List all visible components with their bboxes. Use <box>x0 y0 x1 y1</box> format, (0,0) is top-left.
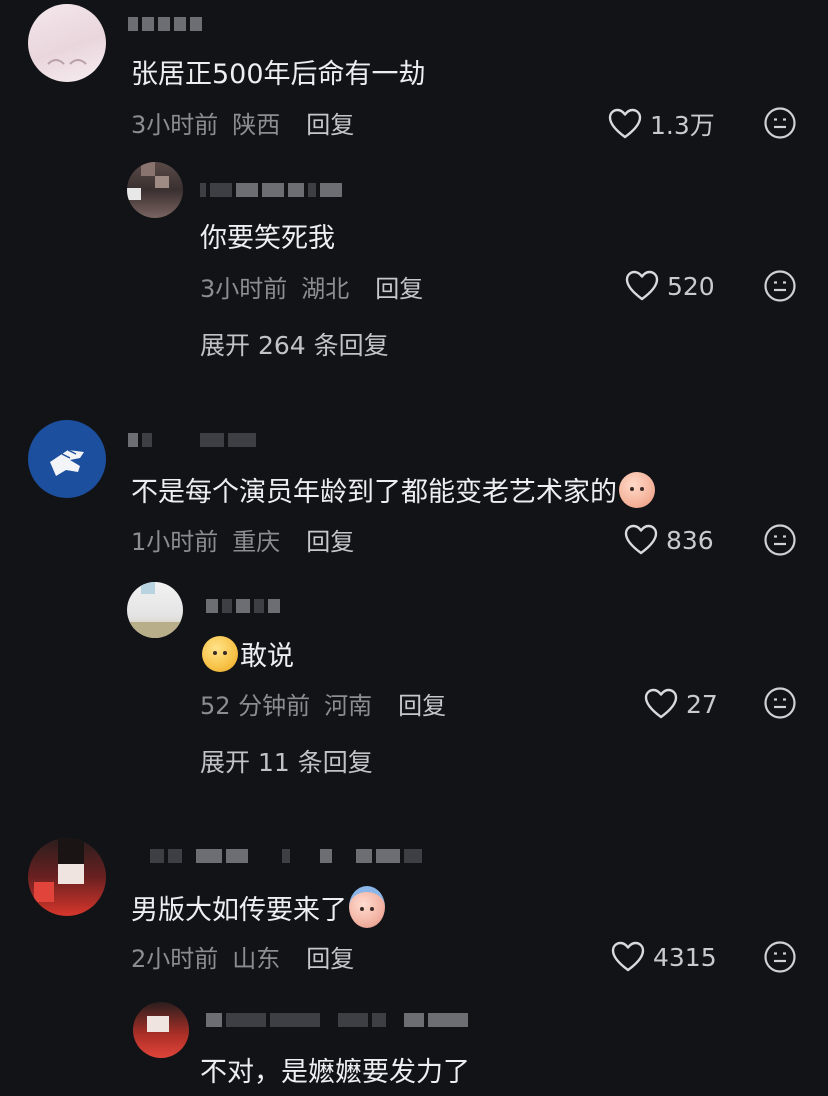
laughing-emoji-icon <box>202 635 238 672</box>
heart-outline-icon <box>611 941 645 972</box>
comment-text: 张居正500年后命有一劫 <box>131 59 426 90</box>
username-redacted[interactable] <box>150 848 422 864</box>
username-redacted[interactable] <box>128 16 202 32</box>
like-button[interactable]: 4315 <box>611 941 717 973</box>
expand-replies-button[interactable]: 展开 11 条回复 <box>200 743 373 779</box>
username-redacted[interactable] <box>200 182 342 198</box>
reply-button[interactable]: 回复 <box>306 105 354 140</box>
like-count: 836 <box>666 525 714 555</box>
reply-location: 河南 <box>324 692 373 720</box>
sleepy-emoji-icon <box>349 886 385 928</box>
username-redacted[interactable] <box>206 1012 468 1028</box>
meh-face-icon[interactable] <box>763 269 797 303</box>
comment-text: 男版大如传要来了 <box>131 886 387 928</box>
like-count: 520 <box>667 271 715 301</box>
avatar[interactable] <box>133 1002 189 1058</box>
reply-text: 不对，是嬷嬷要发力了 <box>200 1057 470 1088</box>
meh-face-icon[interactable] <box>763 523 797 557</box>
comment-time: 2小时前 <box>131 945 219 973</box>
comment-time: 3小时前 <box>131 111 219 139</box>
like-button[interactable]: 27 <box>644 688 718 720</box>
reply-button[interactable]: 回复 <box>306 939 354 974</box>
heart-outline-icon <box>624 524 658 555</box>
like-button[interactable]: 520 <box>625 270 715 302</box>
like-count: 27 <box>686 689 718 719</box>
expand-replies-button[interactable]: 展开 264 条回复 <box>200 326 389 362</box>
comment-time: 1小时前 <box>131 528 219 556</box>
like-count: 4315 <box>653 942 717 972</box>
username-redacted[interactable] <box>206 598 280 614</box>
meh-face-icon[interactable] <box>763 686 797 720</box>
avatar[interactable] <box>28 420 106 498</box>
comment-text: 不是每个演员年龄到了都能变老艺术家的 <box>131 470 657 509</box>
comment-list: 张居正500年后命有一劫 3小时前 陕西 回复 1.3万 你要笑死我 3小时前 … <box>0 0 828 1096</box>
reply-location: 湖北 <box>301 275 350 303</box>
reply-text: 你要笑死我 <box>200 223 335 254</box>
avatar[interactable] <box>127 162 183 218</box>
comment-meta: 2小时前 山东 回复 <box>131 939 354 974</box>
like-count: 1.3万 <box>650 111 715 140</box>
heart-outline-icon <box>608 108 642 139</box>
meh-face-icon[interactable] <box>763 106 797 140</box>
comment-location: 陕西 <box>232 111 281 139</box>
like-button[interactable]: 836 <box>624 524 714 556</box>
meh-face-icon[interactable] <box>763 940 797 974</box>
heart-outline-icon <box>644 688 678 719</box>
reply-button[interactable]: 回复 <box>398 686 446 721</box>
avatar[interactable] <box>28 4 106 82</box>
baby-face-emoji-icon <box>619 471 655 508</box>
avatar[interactable] <box>127 582 183 638</box>
comment-meta: 1小时前 重庆 回复 <box>131 522 354 557</box>
reply-button[interactable]: 回复 <box>375 269 423 304</box>
avatar[interactable] <box>28 838 106 916</box>
comment-meta: 3小时前 陕西 回复 <box>131 105 354 140</box>
username-redacted[interactable] <box>128 432 256 448</box>
reply-meta: 52 分钟前 河南 回复 <box>200 686 446 721</box>
heart-outline-icon <box>625 270 659 301</box>
comment-location: 重庆 <box>232 528 281 556</box>
reply-time: 3小时前 <box>200 275 288 303</box>
reply-time: 52 分钟前 <box>200 692 311 720</box>
like-button[interactable]: 1.3万 <box>608 106 715 142</box>
reply-button[interactable]: 回复 <box>306 522 354 557</box>
reply-meta: 3小时前 湖北 回复 <box>200 269 423 304</box>
reply-text: 敢说 <box>200 634 294 673</box>
comment-location: 山东 <box>232 945 281 973</box>
